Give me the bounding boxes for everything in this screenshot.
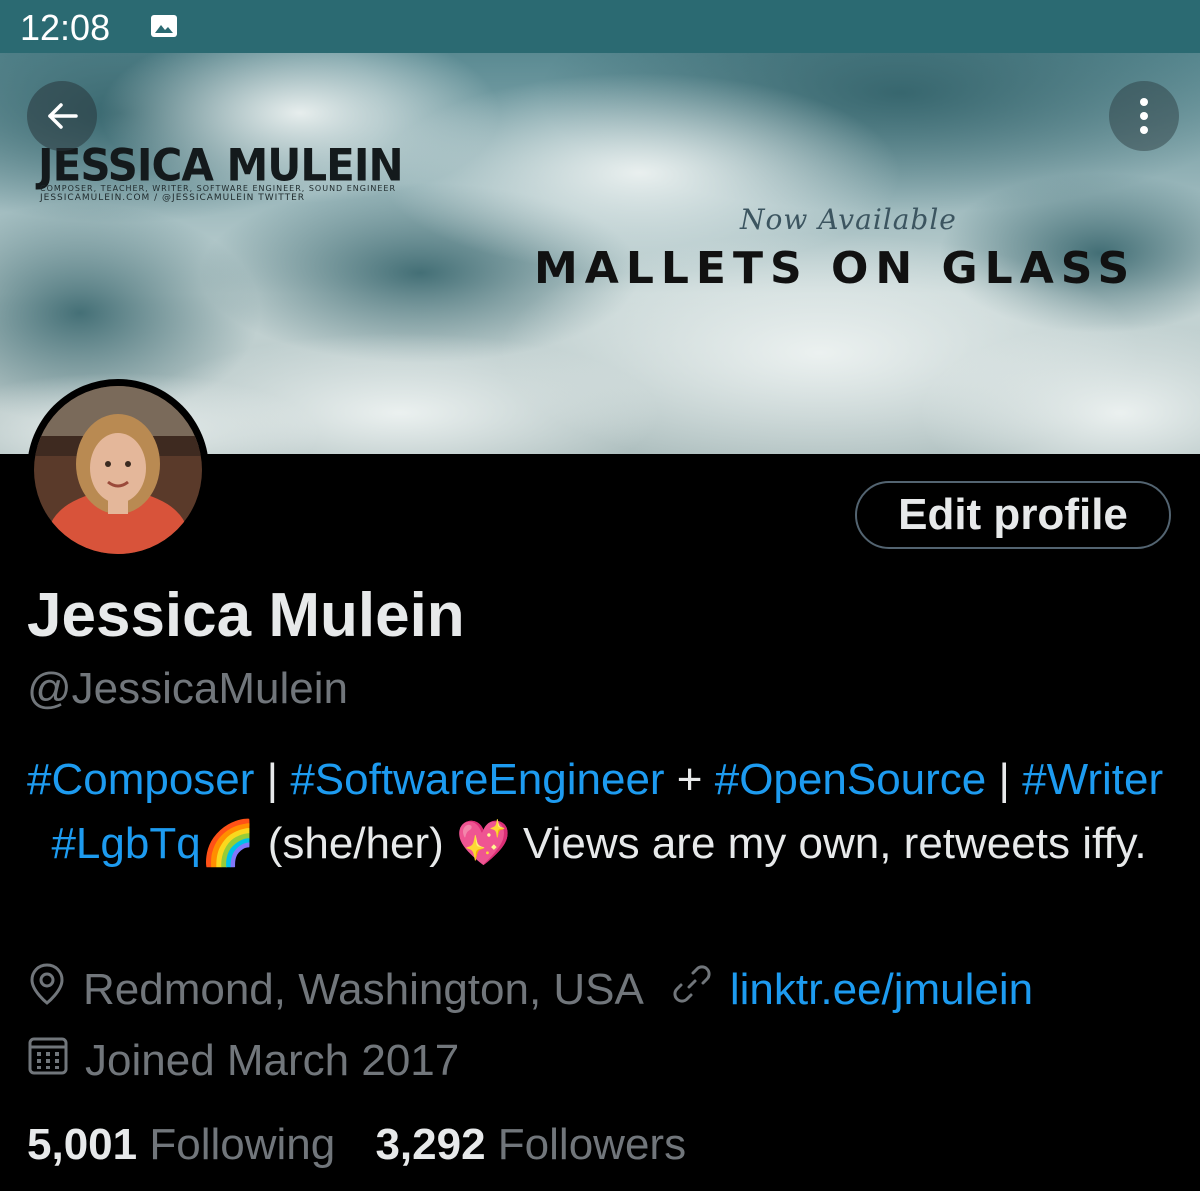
- hashtag-composer[interactable]: #Composer: [27, 755, 254, 804]
- followers-label: Followers: [497, 1120, 687, 1169]
- banner-brand-links: JESSICAMULEIN.COM / @JESSICAMULEIN TWITT…: [40, 193, 306, 203]
- image-notification-icon: [150, 14, 178, 38]
- profile-avatar[interactable]: [27, 379, 209, 561]
- display-name: Jessica Mulein: [27, 581, 465, 650]
- hashtag-open-source[interactable]: #OpenSource: [715, 755, 987, 804]
- following-label: Following: [149, 1120, 336, 1169]
- location-text: Redmond, Washington, USA: [83, 964, 644, 1014]
- banner-brand-subtitle: COMPOSER, TEACHER, WRITER, SOFTWARE ENGI…: [40, 184, 396, 193]
- avatar-photo: [34, 386, 202, 554]
- location-row: Redmond, Washington, USA linktr.ee/jmule…: [27, 962, 1033, 1017]
- link-icon: [672, 964, 712, 1015]
- back-button[interactable]: [27, 81, 97, 151]
- followers-link[interactable]: 3,292 Followers: [375, 1120, 686, 1169]
- rainbow-emoji: 🌈: [200, 819, 256, 868]
- joined-date: Joined March 2017: [85, 1035, 460, 1085]
- hashtag-lgbtq[interactable]: #LgbTq: [51, 819, 200, 868]
- website-link[interactable]: linktr.ee/jmulein: [730, 965, 1033, 1015]
- bio-text: +: [664, 755, 715, 804]
- location-pin-icon: [27, 962, 67, 1017]
- banner-tagline: Now Available: [740, 203, 957, 236]
- user-handle: @JessicaMulein: [27, 664, 348, 713]
- bio-text: [27, 819, 51, 868]
- following-count: 5,001: [27, 1120, 138, 1169]
- status-bar: 12:08: [0, 0, 1200, 53]
- bio-pronouns: (she/her): [255, 819, 456, 868]
- profile-bio: #Composer | #SoftwareEngineer + #OpenSou…: [27, 748, 1177, 876]
- following-link[interactable]: 5,001 Following: [27, 1120, 335, 1169]
- arrow-left-icon: [48, 103, 78, 129]
- follow-stats: 5,001 Following 3,292 Followers: [27, 1120, 686, 1170]
- calendar-icon: [27, 1034, 69, 1087]
- sparkling-heart-emoji: 💖: [456, 819, 511, 868]
- banner-album-title: MALLETS ON GLASS: [534, 243, 1137, 294]
- more-options-button[interactable]: [1109, 81, 1179, 151]
- hashtag-software-engineer[interactable]: #SoftwareEngineer: [290, 755, 664, 804]
- followers-count: 3,292: [375, 1120, 486, 1169]
- joined-row: Joined March 2017: [27, 1034, 459, 1087]
- bio-text: Views are my own, retweets iffy.: [510, 819, 1147, 868]
- bio-text: |: [254, 755, 291, 804]
- more-vertical-icon: [1140, 98, 1148, 134]
- edit-profile-button[interactable]: Edit profile: [855, 481, 1171, 549]
- hashtag-writer[interactable]: #Writer: [1022, 755, 1163, 804]
- bio-text: |: [986, 755, 1023, 804]
- status-time: 12:08: [20, 7, 111, 48]
